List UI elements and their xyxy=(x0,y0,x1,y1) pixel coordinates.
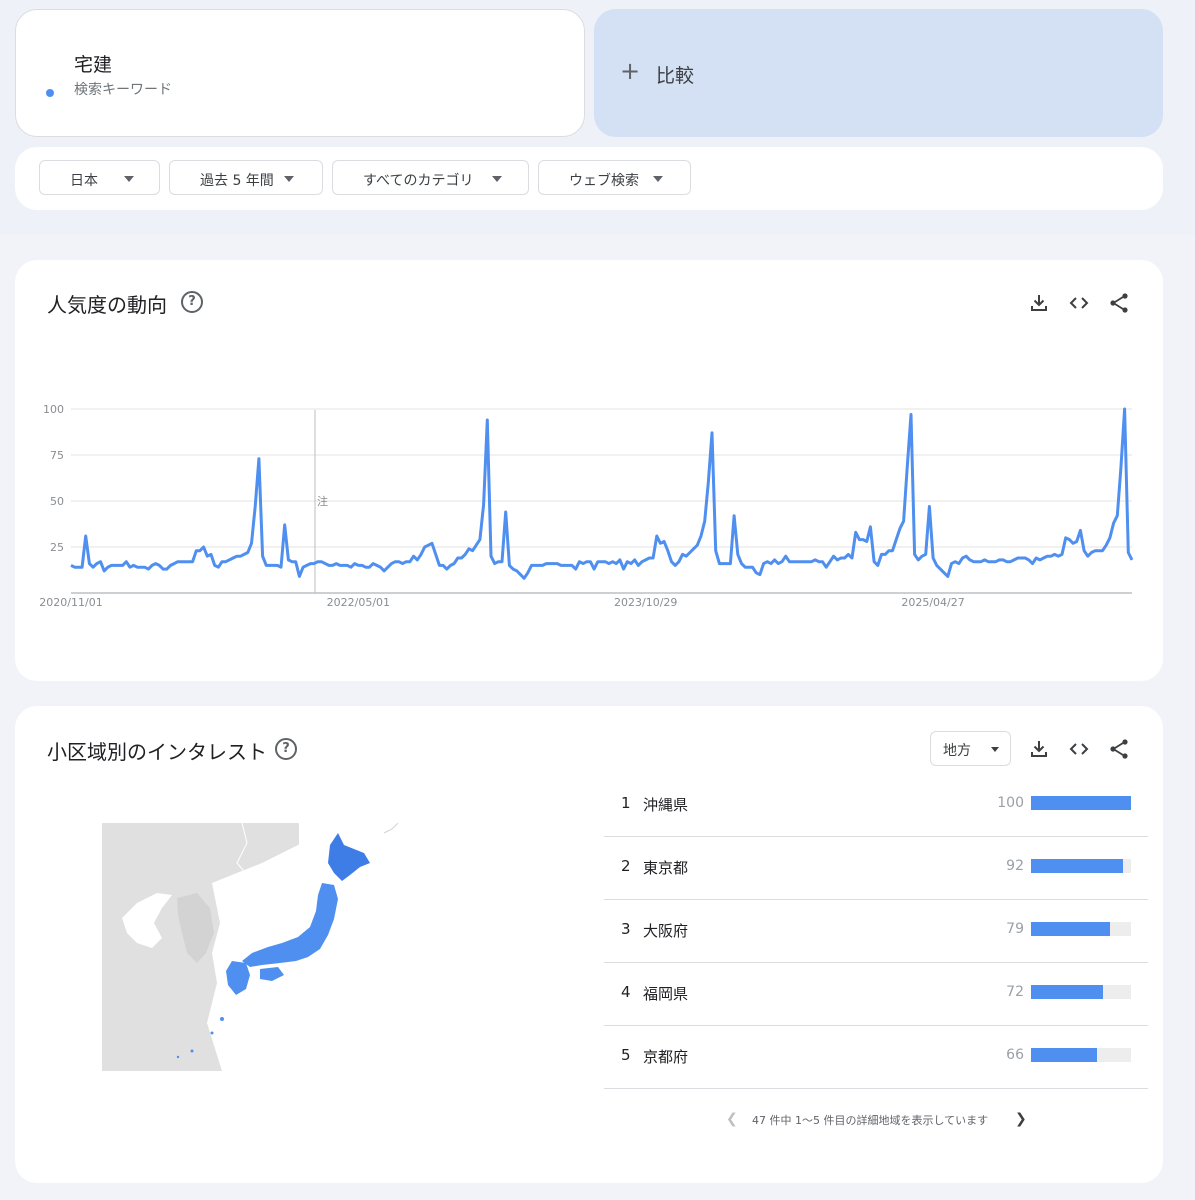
list-item[interactable]: 3 大阪府 79 xyxy=(604,900,1148,963)
plus-icon: + xyxy=(620,57,641,85)
section-title: 小区域別のインタレスト xyxy=(47,740,267,764)
value-bar-track xyxy=(1031,1048,1131,1062)
pagination-text: 47 件中 1〜5 件目の詳細地域を表示しています xyxy=(752,1114,989,1127)
region-name: 沖縄県 xyxy=(643,796,689,814)
value-bar xyxy=(1031,1048,1097,1062)
search-term-name[interactable]: 宅建 xyxy=(74,50,112,77)
region-name: 東京都 xyxy=(643,859,689,877)
rank-number: 4 xyxy=(621,983,631,1001)
chevron-right-icon[interactable]: ❯ xyxy=(1015,1111,1027,1127)
rank-number: 5 xyxy=(621,1046,631,1064)
filter-label: ウェブ検索 xyxy=(569,173,639,189)
y-tick-label: 50 xyxy=(50,495,64,508)
search-term-type: 検索キーワード xyxy=(74,82,172,98)
region-value: 100 xyxy=(997,795,1024,811)
region-name: 大阪府 xyxy=(643,922,689,940)
trend-chart[interactable]: 25 50 75 100 注 2020/11/01 2022/05/01 2023/10/… xyxy=(15,260,1163,681)
region-map[interactable] xyxy=(102,823,412,1071)
compare-button[interactable]: + 比較 xyxy=(594,9,1163,137)
value-bar xyxy=(1031,859,1123,873)
region-value: 79 xyxy=(1006,921,1024,937)
share-icon[interactable] xyxy=(1107,737,1131,761)
compare-label: 比較 xyxy=(656,65,695,87)
region-value: 72 xyxy=(1006,984,1024,1000)
filter-search-type-dropdown[interactable]: ウェブ検索 xyxy=(538,160,691,195)
value-bar-track xyxy=(1031,922,1131,936)
interest-over-time-card: 人気度の動向 ? 25 50 75 100 注 2020/11/01 2022/05/0… xyxy=(15,260,1163,681)
region-name: 京都府 xyxy=(643,1048,689,1066)
term-color-dot xyxy=(46,89,54,97)
x-tick-label: 2025/04/27 xyxy=(901,596,964,609)
value-bar xyxy=(1031,796,1131,810)
list-item[interactable]: 4 福岡県 72 xyxy=(604,963,1148,1026)
note-marker[interactable]: 注 xyxy=(317,494,328,508)
filter-period-dropdown[interactable]: 過去 5 年間 xyxy=(169,160,323,195)
embed-code-icon[interactable] xyxy=(1067,737,1091,761)
filter-category-dropdown[interactable]: すべてのカテゴリ xyxy=(332,160,529,195)
search-term-card[interactable]: 宅建 検索キーワード xyxy=(15,9,585,137)
filter-label: すべてのカテゴリ xyxy=(363,173,474,189)
filter-label: 日本 xyxy=(70,173,98,189)
dropdown-label: 地方 xyxy=(943,743,971,759)
region-name: 福岡県 xyxy=(643,985,689,1003)
help-circle-icon[interactable]: ? xyxy=(275,738,297,760)
x-tick-label: 2023/10/29 xyxy=(614,596,677,609)
list-item[interactable]: 5 京都府 66 xyxy=(604,1026,1148,1089)
resolution-dropdown[interactable]: 地方 xyxy=(930,731,1011,766)
dropdown-arrow-icon xyxy=(284,176,294,182)
x-tick-label: 2020/11/01 xyxy=(39,596,102,609)
download-icon[interactable] xyxy=(1027,737,1051,761)
series-line xyxy=(70,407,1134,580)
dropdown-arrow-icon xyxy=(492,176,502,182)
rank-number: 3 xyxy=(621,920,631,938)
value-bar-track xyxy=(1031,985,1131,999)
value-bar-track xyxy=(1031,796,1131,810)
y-tick-label: 75 xyxy=(50,449,64,462)
value-bar xyxy=(1031,922,1110,936)
interest-by-subregion-card: 小区域別のインタレスト ? 地方 1 沖縄県 100 2 東京都 92 3 大阪… xyxy=(15,706,1163,1183)
rank-number: 2 xyxy=(621,857,631,875)
dropdown-arrow-icon xyxy=(653,176,663,182)
list-item[interactable]: 2 東京都 92 xyxy=(604,837,1148,900)
list-item[interactable]: 1 沖縄県 100 xyxy=(604,774,1148,837)
value-bar xyxy=(1031,985,1103,999)
dropdown-arrow-icon xyxy=(991,747,999,752)
filter-region-dropdown[interactable]: 日本 xyxy=(39,160,160,195)
y-tick-label: 25 xyxy=(50,541,64,554)
dropdown-arrow-icon xyxy=(124,176,134,182)
rank-number: 1 xyxy=(621,794,631,812)
region-value: 66 xyxy=(1006,1047,1024,1063)
filter-bar: 日本 過去 5 年間 すべてのカテゴリ ウェブ検索 xyxy=(15,147,1163,210)
y-tick-label: 100 xyxy=(43,403,64,416)
chevron-left-icon[interactable]: ❮ xyxy=(726,1111,738,1127)
value-bar-track xyxy=(1031,859,1131,873)
region-value: 92 xyxy=(1006,858,1024,874)
x-tick-label: 2022/05/01 xyxy=(327,596,390,609)
filter-label: 過去 5 年間 xyxy=(200,173,274,189)
